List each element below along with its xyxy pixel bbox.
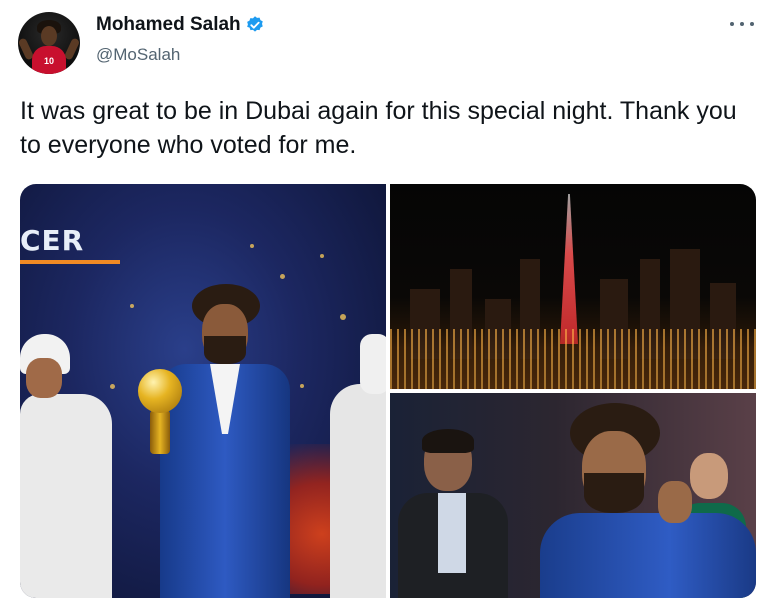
hand xyxy=(658,481,692,523)
bokeh-light xyxy=(280,274,285,279)
city-lights xyxy=(390,329,756,389)
photo-event-audience[interactable] xyxy=(390,393,756,598)
bokeh-light xyxy=(340,314,346,320)
avatar-head xyxy=(41,26,57,46)
player-smiling xyxy=(540,403,756,598)
photo-dubai-skyline[interactable] xyxy=(390,184,756,389)
bokeh-light xyxy=(300,384,304,388)
avatar[interactable]: 10 xyxy=(18,12,80,74)
avatar-jersey-number: 10 xyxy=(43,56,54,66)
tweet: 10 Mohamed Salah @MoSalah It was great t… xyxy=(0,0,768,605)
bokeh-light xyxy=(130,304,134,308)
media-grid: CER xyxy=(20,184,756,598)
man-in-dark-jacket xyxy=(398,429,508,598)
dot xyxy=(740,22,744,26)
author-name-row: Mohamed Salah xyxy=(96,14,265,36)
bokeh-light xyxy=(250,244,254,248)
tweet-text: It was great to be in Dubai again for th… xyxy=(20,97,737,159)
person-in-white-robe xyxy=(20,334,112,598)
dot xyxy=(730,22,734,26)
author-display-name[interactable]: Mohamed Salah xyxy=(96,14,241,36)
suit xyxy=(540,513,756,598)
shirt xyxy=(438,493,466,573)
more-options-icon[interactable] xyxy=(730,16,754,32)
beard xyxy=(584,473,644,513)
hair xyxy=(422,429,474,453)
verified-badge-icon xyxy=(246,16,263,32)
burj-khalifa-tower xyxy=(560,194,578,344)
dot xyxy=(750,22,754,26)
photo-award-ceremony[interactable]: CER xyxy=(20,184,386,598)
player-in-blue-suit xyxy=(150,284,290,598)
stage-sign-text: CER xyxy=(20,224,85,257)
bokeh-light xyxy=(320,254,324,258)
trophy-stem xyxy=(150,410,170,454)
headdress xyxy=(360,334,386,394)
face xyxy=(26,358,62,398)
avatar-arm xyxy=(63,37,80,61)
beard xyxy=(204,336,246,364)
golden-ball-trophy xyxy=(138,369,182,413)
robe xyxy=(330,384,386,598)
robe xyxy=(20,394,112,598)
stage-sign-bar xyxy=(20,260,120,264)
person-in-white-robe xyxy=(320,334,386,598)
author-handle[interactable]: @MoSalah xyxy=(96,45,180,65)
